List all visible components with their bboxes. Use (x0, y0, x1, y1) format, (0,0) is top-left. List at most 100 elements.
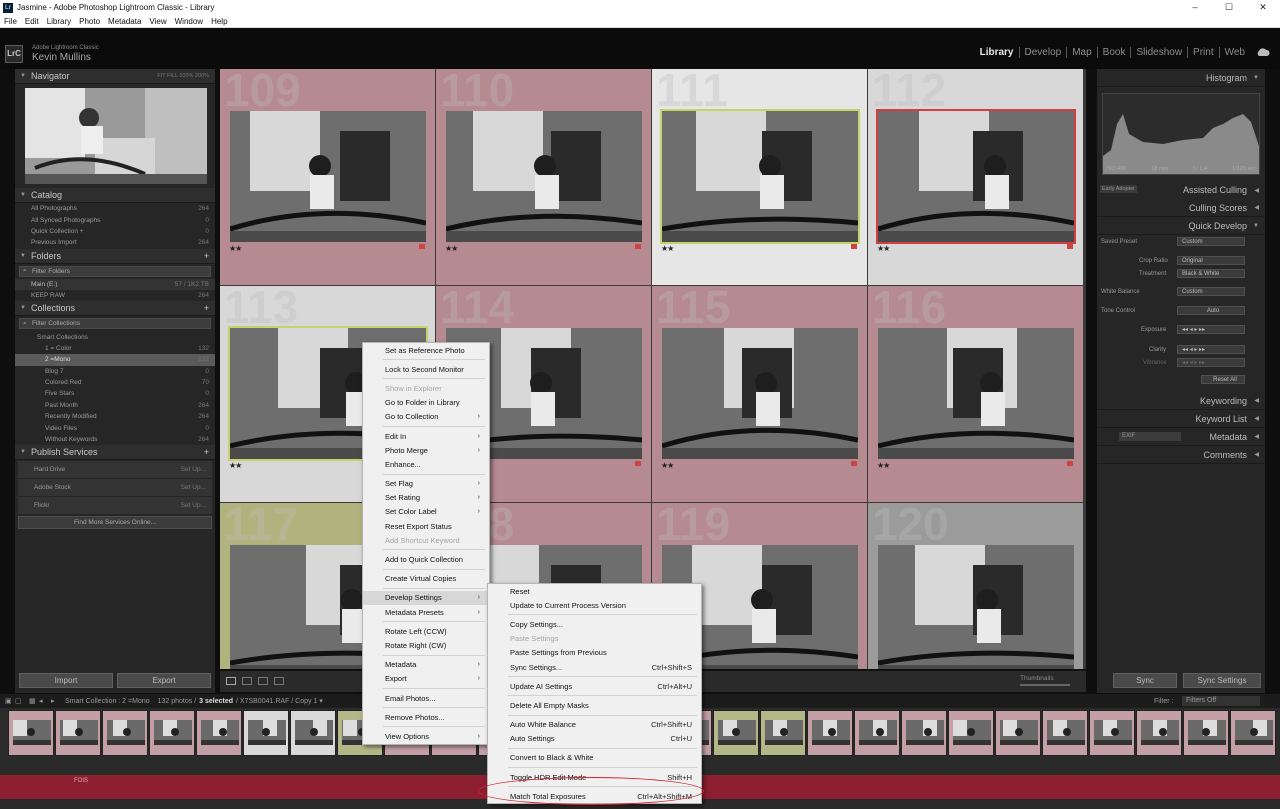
collection-item[interactable]: Recently Modified264 (15, 411, 215, 422)
grid-cell[interactable]: 115★★ (652, 286, 867, 502)
menu-item-view-options[interactable]: View Options› (363, 729, 489, 743)
menu-item-paste-settings-from-previous[interactable]: Paste Settings from Previous (488, 646, 701, 660)
compare-view-icon[interactable] (258, 677, 268, 685)
menu-item-set-rating[interactable]: Set Rating› (363, 491, 489, 505)
maximize-icon[interactable]: ☐ (1212, 0, 1246, 15)
survey-view-icon[interactable] (274, 677, 284, 685)
thumbnail-size-slider[interactable] (1020, 684, 1070, 686)
filmstrip-thumbnail[interactable] (807, 710, 853, 756)
filmstrip-thumbnail[interactable] (901, 710, 947, 756)
publish-services-header[interactable]: ▼Publish Services+ (15, 445, 215, 460)
menu-metadata[interactable]: Metadata (104, 17, 145, 26)
menu-item-update-ai-settings[interactable]: Update AI SettingsCtrl+Alt+U (488, 679, 701, 693)
auto-tone-button[interactable]: Auto (1177, 306, 1245, 315)
folders-header[interactable]: ▼Folders+ (15, 249, 215, 264)
grid-cell[interactable]: 111★★ (652, 69, 867, 285)
module-library[interactable]: Library (975, 47, 1020, 58)
star-rating[interactable]: ★★ (229, 244, 241, 253)
saved-preset-select[interactable]: Custom (1177, 237, 1245, 246)
menu-item-set-flag[interactable]: Set Flag› (363, 477, 489, 491)
menu-item-export[interactable]: Export› (363, 672, 489, 686)
filmstrip-thumbnail[interactable] (1042, 710, 1088, 756)
grid-cell[interactable]: 116★★ (868, 286, 1083, 502)
menu-window[interactable]: Window (171, 17, 207, 26)
menu-item-remove-photos[interactable]: Remove Photos... (363, 710, 489, 724)
smart-collections-group[interactable]: Smart Collections (15, 331, 215, 342)
add-collection-icon[interactable]: + (204, 303, 209, 313)
navigator-zoom-options[interactable]: FIT FILL 100% 200% (157, 73, 209, 79)
add-folder-icon[interactable]: + (204, 251, 209, 261)
collection-item[interactable]: Five Stars0 (15, 388, 215, 399)
filmstrip-thumbnail[interactable] (196, 710, 242, 756)
menu-file[interactable]: File (0, 17, 21, 26)
monitor-icon[interactable]: ▣ (5, 697, 15, 705)
metadata-preset-select[interactable]: EXIF (1119, 432, 1181, 441)
quick-develop-header[interactable]: Quick Develop▼ (1097, 217, 1265, 235)
filter-collections-input[interactable]: ⌕Filter Collections (19, 318, 211, 329)
menu-item-set-as-reference-photo[interactable]: Set as Reference Photo (363, 343, 489, 357)
filmstrip-thumbnail[interactable] (995, 710, 1041, 756)
menu-item-edit-in[interactable]: Edit In› (363, 429, 489, 443)
add-publish-icon[interactable]: + (204, 447, 209, 457)
navigator-preview[interactable] (25, 88, 207, 184)
cloud-icon[interactable] (1256, 48, 1270, 57)
menu-item-reset-export-status[interactable]: Reset Export Status (363, 519, 489, 533)
setup-button[interactable]: Set Up... (181, 484, 206, 491)
filmstrip-thumbnail[interactable] (149, 710, 195, 756)
menu-view[interactable]: View (145, 17, 170, 26)
menu-library[interactable]: Library (43, 17, 75, 26)
setup-button[interactable]: Set Up... (181, 466, 206, 473)
star-rating[interactable]: ★★ (661, 461, 673, 470)
culling-scores-header[interactable]: Culling Scores◀ (1097, 199, 1265, 217)
module-slideshow[interactable]: Slideshow (1131, 47, 1188, 58)
filmstrip-thumbnail[interactable] (760, 710, 806, 756)
menu-item-update-to-current-process-version[interactable]: Update to Current Process Version (488, 598, 701, 612)
reset-all-button[interactable]: Reset All (1201, 375, 1245, 384)
menu-item-metadata[interactable]: Metadata› (363, 658, 489, 672)
collection-item[interactable]: Video Files0 (15, 422, 215, 433)
grid-cell[interactable]: 110★★ (436, 69, 651, 285)
menu-item-copy-settings[interactable]: Copy Settings... (488, 617, 701, 631)
minimize-icon[interactable]: – (1178, 0, 1212, 15)
thumbnail-image[interactable] (878, 545, 1074, 669)
color-label-icon[interactable] (1067, 244, 1073, 249)
filmstrip-thumbnail[interactable] (1089, 710, 1135, 756)
thumbnail-image[interactable] (878, 328, 1074, 459)
filter-select[interactable]: Filters Off (1182, 696, 1260, 706)
sync-settings-button[interactable]: Sync Settings (1183, 673, 1261, 688)
color-label-icon[interactable] (1067, 461, 1073, 466)
menu-photo[interactable]: Photo (75, 17, 104, 26)
filmstrip-thumbnail[interactable] (8, 710, 54, 756)
collection-item[interactable]: Without Keywords264 (15, 434, 215, 445)
collection-item[interactable]: Past Month264 (15, 400, 215, 411)
folder-keep-raw[interactable]: KEEP RAW264 (15, 290, 215, 301)
histogram[interactable]: ISO 400 18 mm f / 1.4 1/125 sec (1102, 93, 1260, 175)
thumbnail-image[interactable] (662, 111, 858, 242)
source-collection[interactable]: Smart Collection : 2 =Mono (65, 698, 150, 705)
collection-item[interactable]: Colored Red70 (15, 377, 215, 388)
sync-button[interactable]: Sync (1113, 673, 1177, 688)
grid-cell[interactable]: 120 (868, 503, 1083, 669)
keyword-list-header[interactable]: Keyword List◀ (1097, 410, 1265, 428)
thumbnail-image[interactable] (446, 111, 642, 242)
exposure-buttons[interactable]: ◂◂ ◂ ▸ ▸▸ (1177, 325, 1245, 334)
catalog-quick-collection[interactable]: Quick Collection +0 (15, 226, 215, 237)
menu-item-sync-settings[interactable]: Sync Settings...Ctrl+Shift+S (488, 660, 701, 674)
catalog-all-photographs[interactable]: All Photographs264 (15, 203, 215, 214)
filmstrip-thumbnail[interactable] (1230, 710, 1276, 756)
star-rating[interactable]: ★★ (877, 244, 889, 253)
catalog-previous-import[interactable]: Previous Import264 (15, 237, 215, 248)
module-map[interactable]: Map (1067, 47, 1097, 58)
menu-item-create-virtual-copies[interactable]: Create Virtual Copies (363, 572, 489, 586)
star-rating[interactable]: ★★ (445, 244, 457, 253)
menu-item-email-photos[interactable]: Email Photos... (363, 691, 489, 705)
grid-icon[interactable]: ▦ (29, 697, 39, 705)
catalog-header[interactable]: ▼Catalog (15, 188, 215, 203)
module-print[interactable]: Print (1188, 47, 1220, 58)
find-more-services-button[interactable]: Find More Services Online... (18, 516, 212, 529)
color-label-icon[interactable] (635, 244, 641, 249)
volume-main[interactable]: Main (E:)57 / 1K2 TB (15, 279, 215, 290)
export-button[interactable]: Export (117, 673, 211, 688)
module-book[interactable]: Book (1098, 47, 1132, 58)
close-icon[interactable]: ✕ (1246, 0, 1280, 15)
